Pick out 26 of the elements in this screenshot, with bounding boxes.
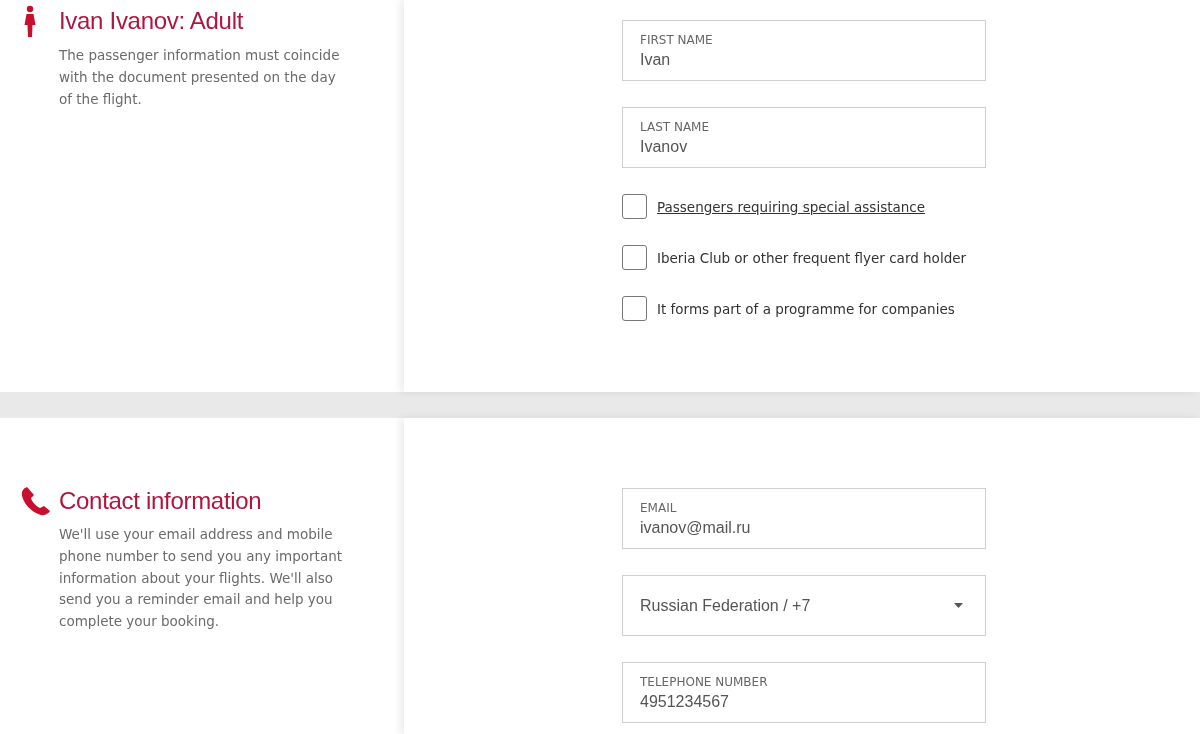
checkbox[interactable] <box>622 296 647 321</box>
field-value: 4951234567 <box>640 692 730 712</box>
text-field[interactable]: TELEPHONE NUMBER 4951234567 <box>622 662 986 723</box>
caret-icon <box>954 603 963 608</box>
field-value: ivanov@mail.ru <box>640 518 752 538</box>
checkbox[interactable] <box>622 194 647 219</box>
field-label: FIRST NAME <box>640 32 714 48</box>
assistance-link[interactable]: Passengers requiring special assistance <box>657 198 925 215</box>
checkbox-label: Iberia Club or other frequent flyer card holder <box>657 249 967 266</box>
section-title: Ivan Ivanov: Adult <box>59 7 244 35</box>
field-value: Ivanov <box>640 137 689 157</box>
field-value: Ivan <box>640 50 672 70</box>
phone-icon <box>20 486 52 516</box>
checkbox-label: It forms part of a programme for companies <box>657 300 955 317</box>
person-icon <box>22 5 37 37</box>
section-description: The passenger information must coincide with the document presented on the day of the flight. <box>59 46 341 109</box>
text-field[interactable]: FIRST NAME Ivan <box>622 20 986 81</box>
checkbox[interactable] <box>622 245 647 270</box>
section-description: We'll use your email address and mobile phone number to send you any important information about your flights. We'll also send you a reminder email and help you complete your booking. <box>59 525 344 632</box>
field-label: TELEPHONE NUMBER <box>640 674 769 690</box>
country-code-select[interactable]: Russian Federation / +7 <box>622 575 986 636</box>
text-field[interactable]: EMAIL ivanov@mail.ru <box>622 488 986 549</box>
section-title: Contact information <box>59 487 262 515</box>
field-label: EMAIL <box>640 500 678 516</box>
text-field[interactable]: LAST NAME Ivanov <box>622 107 986 168</box>
field-label: LAST NAME <box>640 119 711 135</box>
